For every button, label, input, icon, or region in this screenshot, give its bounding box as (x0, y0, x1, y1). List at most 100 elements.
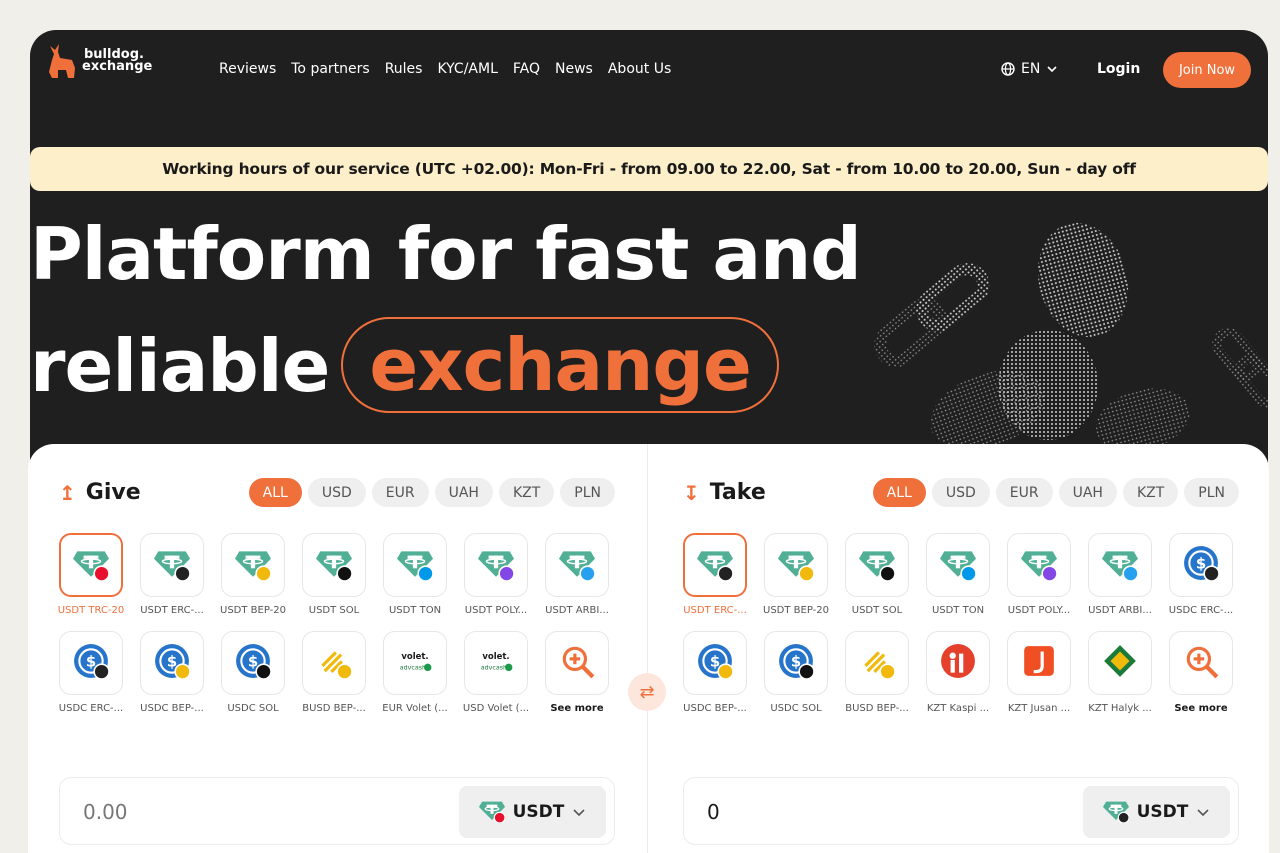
take-coin-option[interactable]: $ USDC ERC-... (1169, 533, 1233, 616)
usdc-icon: $ (697, 643, 734, 684)
take-see-more-button[interactable]: See more (1169, 631, 1233, 714)
give-see-more-button[interactable]: See more (545, 631, 609, 714)
take-coin-box (845, 631, 909, 695)
hero-headline: Platform for fast and reliable exchange (30, 198, 862, 422)
take-coin-option[interactable]: USDT ARBI... (1088, 533, 1152, 616)
nav-news[interactable]: News (555, 61, 593, 77)
nav-reviews[interactable]: Reviews (219, 61, 276, 77)
take-coin-label: KZT Halyk ... (1088, 703, 1152, 714)
give-coin-option[interactable]: USDT SOL (302, 533, 366, 616)
logo[interactable]: bulldog. exchange (46, 42, 152, 80)
take-filter-kzt[interactable]: KZT (1122, 478, 1179, 507)
kaspi-icon (940, 643, 976, 684)
give-coin-box (464, 533, 528, 597)
nav-partners[interactable]: To partners (291, 61, 369, 77)
take-currency-select[interactable]: USDT (1083, 786, 1230, 838)
give-coin-option[interactable]: USDT POLY... (464, 533, 528, 616)
tether-icon (859, 545, 896, 586)
take-coin-label: USDT TON (931, 605, 985, 616)
give-coin-box (302, 631, 366, 695)
arrow-down-icon: ↧ (683, 480, 700, 505)
give-filter-all[interactable]: ALL (248, 478, 302, 507)
give-coin-option[interactable]: USDT ARBI... (545, 533, 609, 616)
give-amount-input[interactable]: 0.00 (83, 800, 128, 824)
give-filter-pln[interactable]: PLN (560, 478, 615, 507)
give-filter-usd[interactable]: USD (307, 478, 366, 507)
give-coin-option[interactable]: BUSD BEP-... (302, 631, 366, 714)
exchange-panel: ↥ Give ALL USD EUR UAH KZT PLN USDT TRC-… (28, 444, 1269, 853)
give-coin-label: BUSD BEP-... (302, 703, 366, 714)
give-filters: ALL USD EUR UAH KZT PLN (248, 478, 615, 507)
give-coin-label: USDT ERC-... (140, 605, 204, 616)
take-filter-pln[interactable]: PLN (1184, 478, 1239, 507)
login-link[interactable]: Login (1097, 61, 1140, 77)
svg-text:volet.: volet. (401, 650, 428, 660)
swap-arrows-icon: ⇄ (639, 681, 655, 702)
take-currency-label: USDT (1136, 802, 1189, 822)
volet-icon: volet. advcash (478, 643, 514, 684)
give-coin-option[interactable]: $ USDC ERC-... (59, 631, 123, 714)
take-coin-option[interactable]: USDT ERC-... (683, 533, 747, 616)
nav-kyc-aml[interactable]: KYC/AML (437, 61, 497, 77)
working-hours-banner: Working hours of our service (UTC +02.00… (30, 147, 1268, 191)
give-currency-select[interactable]: USDT (459, 786, 606, 838)
take-coin-option[interactable]: USDT SOL (845, 533, 909, 616)
give-coin-option[interactable]: volet. advcash USD Volet (... (463, 631, 529, 714)
take-amount-field[interactable]: 0 USDT (683, 777, 1239, 845)
give-section: ↥ Give ALL USD EUR UAH KZT PLN USDT TRC-… (58, 444, 615, 853)
give-coin-option[interactable]: $ USDC BEP-... (140, 631, 204, 714)
give-coin-box (302, 533, 366, 597)
give-coin-grid: USDT TRC-20 USDT ERC-... USDT BEP-20 USD… (58, 533, 609, 714)
tether-icon (1102, 545, 1139, 586)
give-filter-kzt[interactable]: KZT (498, 478, 555, 507)
chevron-down-icon (573, 808, 585, 816)
give-coin-option[interactable]: USDT BEP-20 (220, 533, 286, 616)
tether-icon (1021, 545, 1058, 586)
nav-faq[interactable]: FAQ (513, 61, 540, 77)
give-coin-option[interactable]: volet. advcash EUR Volet (... (382, 631, 448, 714)
busd-icon (316, 643, 353, 684)
take-filter-all[interactable]: ALL (872, 478, 926, 507)
give-filter-uah[interactable]: UAH (434, 478, 493, 507)
logo-line2: exchange (82, 59, 153, 74)
join-now-button[interactable]: Join Now (1163, 52, 1251, 88)
tether-icon (697, 545, 734, 586)
give-coin-option[interactable]: $ USDC SOL (221, 631, 285, 714)
take-coin-option[interactable]: USDT POLY... (1007, 533, 1071, 616)
give-coin-option[interactable]: USDT TON (383, 533, 447, 616)
take-coin-option[interactable]: USDT TON (926, 533, 990, 616)
take-coin-box (1088, 533, 1152, 597)
take-coin-option[interactable]: BUSD BEP-... (845, 631, 909, 714)
give-amount-field[interactable]: 0.00 USDT (59, 777, 615, 845)
nav-rules[interactable]: Rules (385, 61, 423, 77)
give-title: Give (85, 480, 141, 505)
give-coin-label: USDT POLY... (464, 605, 528, 616)
tether-icon (235, 545, 272, 586)
take-filter-usd[interactable]: USD (931, 478, 990, 507)
take-coin-option[interactable]: $ USDC SOL (764, 631, 828, 714)
give-coin-label: USDT TON (388, 605, 442, 616)
give-coin-option[interactable]: USDT TRC-20 (58, 533, 124, 616)
tether-icon (478, 797, 506, 828)
take-coin-option[interactable]: KZT Kaspi ... (926, 631, 990, 714)
swap-button[interactable]: ⇄ (628, 673, 666, 711)
take-coin-box (926, 631, 990, 695)
nav-about-us[interactable]: About Us (608, 61, 671, 77)
take-coin-option[interactable]: KZT Halyk ... (1088, 631, 1152, 714)
take-filter-eur[interactable]: EUR (995, 478, 1053, 507)
language-selector[interactable]: EN (1001, 61, 1058, 77)
take-filter-uah[interactable]: UAH (1058, 478, 1117, 507)
give-coin-option[interactable]: USDT ERC-... (140, 533, 204, 616)
give-coin-box (221, 533, 285, 597)
give-filter-eur[interactable]: EUR (371, 478, 429, 507)
panel-divider (647, 444, 648, 853)
take-coin-label: USDT ARBI... (1088, 605, 1152, 616)
take-coin-option[interactable]: USDT BEP-20 (763, 533, 829, 616)
decorative-crypto-art (874, 222, 1268, 452)
take-coin-box (764, 533, 828, 597)
give-coin-label: See more (550, 703, 604, 714)
take-amount-input[interactable]: 0 (707, 800, 720, 824)
take-coin-option[interactable]: KZT Jusan ... (1007, 631, 1071, 714)
take-coin-label: KZT Kaspi ... (926, 703, 990, 714)
take-coin-option[interactable]: $ USDC BEP-... (683, 631, 747, 714)
